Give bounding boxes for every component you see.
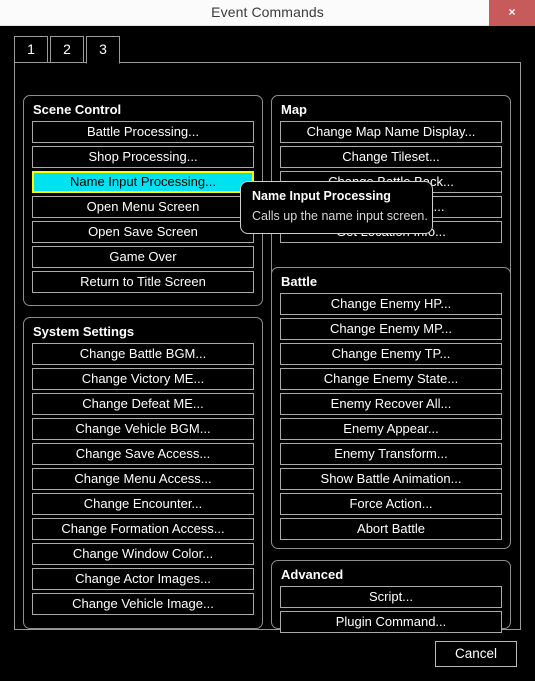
tab-3[interactable]: 3 bbox=[86, 36, 120, 64]
command-button[interactable]: Change Encounter... bbox=[32, 493, 254, 515]
command-button[interactable]: Change Vehicle Image... bbox=[32, 593, 254, 615]
group-advanced: Advanced Script... Plugin Command... bbox=[271, 560, 511, 633]
close-button[interactable]: × bbox=[489, 0, 535, 26]
dialog-body: 1 2 3 Scene Control Battle Processing...… bbox=[0, 26, 535, 681]
command-button[interactable]: Shop Processing... bbox=[32, 146, 254, 168]
command-button[interactable]: Change Save Access... bbox=[32, 443, 254, 465]
button-list-battle: Change Enemy HP... Change Enemy MP... Chan… bbox=[280, 293, 502, 543]
group-title-advanced: Advanced bbox=[281, 567, 344, 582]
group-title-system-settings: System Settings bbox=[33, 324, 135, 339]
command-button[interactable]: Return to Title Screen bbox=[32, 271, 254, 293]
tab-panel-3: Scene Control Battle Processing... Shop P… bbox=[14, 62, 521, 633]
button-list-advanced: Script... Plugin Command... bbox=[280, 586, 502, 636]
command-button[interactable]: Change Defeat ME... bbox=[32, 393, 254, 415]
cancel-button[interactable]: Cancel bbox=[435, 641, 517, 667]
command-button[interactable]: Change Enemy State... bbox=[280, 368, 502, 390]
title-bar: Event Commands × bbox=[0, 0, 535, 26]
group-battle: Battle Change Enemy HP... Change Enemy MP… bbox=[271, 267, 511, 549]
command-button[interactable]: Name Input Processing... bbox=[32, 171, 254, 193]
tooltip: Name Input Processing Calls up the name … bbox=[240, 181, 433, 234]
command-button[interactable]: Change Victory ME... bbox=[32, 368, 254, 390]
command-button[interactable]: Change Enemy HP... bbox=[280, 293, 502, 315]
group-title-battle: Battle bbox=[281, 274, 318, 289]
tooltip-title: Name Input Processing bbox=[252, 189, 391, 203]
group-scene-control: Scene Control Battle Processing... Shop P… bbox=[23, 95, 263, 306]
command-button[interactable]: Change Actor Images... bbox=[32, 568, 254, 590]
tab-2[interactable]: 2 bbox=[50, 36, 84, 63]
command-button[interactable]: Enemy Recover All... bbox=[280, 393, 502, 415]
command-button[interactable]: Enemy Transform... bbox=[280, 443, 502, 465]
button-list-system-settings: Change Battle BGM... Change Victory ME...… bbox=[32, 343, 254, 618]
group-system-settings: System Settings Change Battle BGM... Chan… bbox=[23, 317, 263, 629]
command-button[interactable]: Change Enemy MP... bbox=[280, 318, 502, 340]
group-title-scene-control: Scene Control bbox=[33, 102, 122, 117]
command-button[interactable]: Enemy Appear... bbox=[280, 418, 502, 440]
command-button[interactable]: Open Save Screen bbox=[32, 221, 254, 243]
command-button[interactable]: Change Vehicle BGM... bbox=[32, 418, 254, 440]
command-button[interactable]: Abort Battle bbox=[280, 518, 502, 540]
event-commands-dialog: Event Commands × 1 2 3 Scene Control Bat… bbox=[0, 0, 535, 681]
command-button[interactable]: Battle Processing... bbox=[32, 121, 254, 143]
command-button[interactable]: Change Map Name Display... bbox=[280, 121, 502, 143]
command-button[interactable]: Change Enemy TP... bbox=[280, 343, 502, 365]
command-button[interactable]: Force Action... bbox=[280, 493, 502, 515]
command-button[interactable]: Change Window Color... bbox=[32, 543, 254, 565]
command-button[interactable]: Plugin Command... bbox=[280, 611, 502, 633]
button-list-scene-control: Battle Processing... Shop Processing... Na… bbox=[32, 121, 254, 296]
command-button[interactable]: Change Tileset... bbox=[280, 146, 502, 168]
tab-1[interactable]: 1 bbox=[14, 36, 48, 63]
tooltip-text: Calls up the name input screen. bbox=[252, 209, 428, 223]
close-icon: × bbox=[508, 5, 516, 19]
command-button[interactable]: Change Battle BGM... bbox=[32, 343, 254, 365]
command-button[interactable]: Show Battle Animation... bbox=[280, 468, 502, 490]
command-button[interactable]: Change Formation Access... bbox=[32, 518, 254, 540]
group-title-map: Map bbox=[281, 102, 307, 117]
command-button[interactable]: Change Menu Access... bbox=[32, 468, 254, 490]
command-button[interactable]: Open Menu Screen bbox=[32, 196, 254, 218]
window-title: Event Commands bbox=[211, 4, 324, 20]
command-button[interactable]: Script... bbox=[280, 586, 502, 608]
command-button[interactable]: Game Over bbox=[32, 246, 254, 268]
